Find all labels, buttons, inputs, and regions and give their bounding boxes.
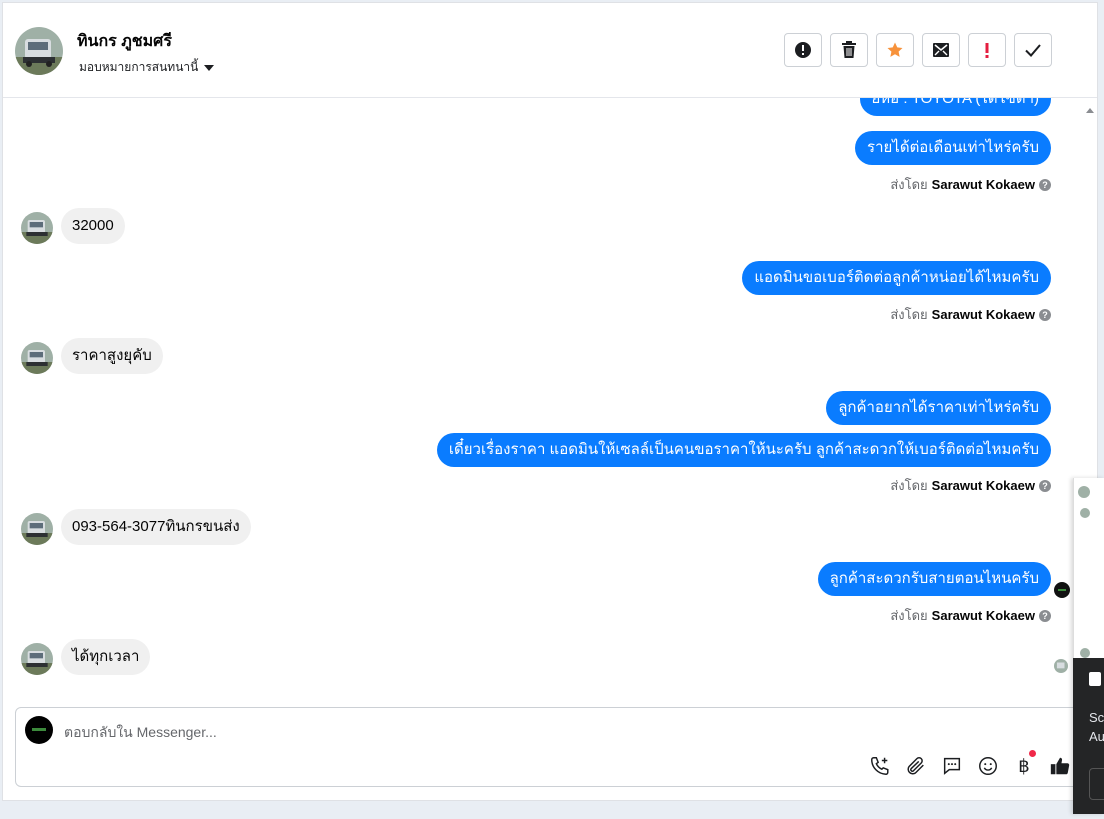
like-icon [1050, 757, 1070, 775]
check-icon [1025, 44, 1041, 57]
notification-line: Au [1089, 729, 1104, 744]
call-add-button[interactable] [868, 754, 892, 778]
like-button[interactable] [1048, 754, 1072, 778]
delete-button[interactable] [830, 33, 868, 67]
priority-icon [985, 43, 989, 58]
saved-reply-icon [943, 757, 961, 775]
sent-by-label: ส่งโดย Sarawut Kokaew? [890, 174, 1051, 195]
side-dark-notification[interactable]: Sc Au [1073, 658, 1104, 814]
emoji-icon [979, 757, 997, 775]
conversation-header: ทินกร ภูชมศรี มอบหมายการสนทนานี้ [3, 3, 1097, 98]
payment-baht-icon: ฿ [1018, 755, 1030, 776]
seen-by-contact-avatar [1054, 659, 1068, 673]
payment-button[interactable]: ฿ [1012, 750, 1036, 778]
sent-by-label: ส่งโดย Sarawut Kokaew? [890, 304, 1051, 325]
assign-label: มอบหมายการสนทนานี้ [79, 60, 199, 74]
scroll-up-arrow-icon[interactable] [1083, 104, 1097, 118]
contact-avatar-small [21, 643, 53, 675]
mark-unread-button[interactable] [922, 33, 960, 67]
contact-avatar-small [21, 342, 53, 374]
contact-avatar-small [21, 212, 53, 244]
attachment-button[interactable] [904, 754, 928, 778]
message-out[interactable]: เดี๋ยวเรื่องราคา แอดมินให้เซลล์เป็นคนขอร… [436, 433, 1051, 467]
trash-icon [842, 41, 856, 58]
reply-composer: ฿ [15, 707, 1079, 787]
message-in[interactable]: ได้ทุกเวลา [61, 639, 151, 675]
saved-reply-button[interactable] [940, 754, 964, 778]
unread-mail-icon [933, 43, 949, 57]
message-in[interactable]: 32000 [61, 208, 125, 244]
conversation-panel: ทินกร ภูชมศรี มอบหมายการสนทนานี้ ยี่ห้อ … [2, 2, 1098, 801]
message-in[interactable]: ราคาสูงยุคับ [61, 338, 163, 374]
sent-by-label: ส่งโดย Sarawut Kokaew? [890, 475, 1051, 496]
notification-line: Sc [1089, 710, 1104, 725]
attachment-icon [907, 757, 924, 775]
message-thread[interactable]: ยี่ห้อ : TOYOTA (ไดโซ่ดา) รายได้ต่อเดือน… [3, 98, 1097, 704]
page-avatar [25, 716, 53, 744]
message-out[interactable]: แอดมินขอเบอร์ติดต่อลูกค้าหน่อยได้ไหมครับ [742, 261, 1051, 295]
follow-up-button[interactable] [876, 33, 914, 67]
report-spam-button[interactable] [784, 33, 822, 67]
notification-dot [1029, 750, 1036, 757]
star-icon [887, 42, 903, 57]
priority-button[interactable] [968, 33, 1006, 67]
message-out[interactable]: ลูกค้าอยากได้ราคาเท่าไหร่ครับ [826, 391, 1051, 425]
chevron-down-icon [204, 64, 215, 71]
help-icon[interactable]: ? [1039, 308, 1051, 321]
notification-button[interactable] [1089, 768, 1104, 800]
done-button[interactable] [1014, 33, 1052, 67]
conversation-actions [784, 33, 1052, 67]
contact-avatar-small [21, 513, 53, 545]
composer-tools: ฿ [868, 750, 1072, 778]
seen-by-page-avatar [1054, 582, 1070, 598]
assign-conversation-dropdown[interactable]: มอบหมายการสนทนานี้ [79, 58, 215, 77]
call-add-icon [871, 757, 889, 775]
contact-name[interactable]: ทินกร ภูชมศรี [77, 29, 172, 54]
sent-by-label: ส่งโดย Sarawut Kokaew? [890, 605, 1051, 626]
message-out[interactable]: ลูกค้าสะดวกรับสายตอนไหนครับ [817, 562, 1051, 596]
chat-thumb-avatar [1080, 648, 1090, 658]
emoji-button[interactable] [976, 754, 1000, 778]
message-out[interactable]: ยี่ห้อ : TOYOTA (ไดโซ่ดา) [859, 98, 1051, 116]
help-icon[interactable]: ? [1039, 479, 1051, 492]
help-icon[interactable]: ? [1039, 178, 1051, 191]
message-in[interactable]: 093-564-3077ทินกรขนส่ง [61, 509, 251, 545]
app-icon [1089, 672, 1101, 686]
reply-input[interactable] [62, 720, 966, 744]
chat-thumb-avatar [1080, 508, 1090, 518]
contact-avatar[interactable] [15, 27, 63, 75]
help-icon[interactable]: ? [1039, 609, 1051, 622]
report-spam-icon [795, 42, 811, 58]
chat-thumb-avatar [1078, 486, 1090, 498]
message-out[interactable]: รายได้ต่อเดือนเท่าไหร่ครับ [855, 131, 1051, 165]
